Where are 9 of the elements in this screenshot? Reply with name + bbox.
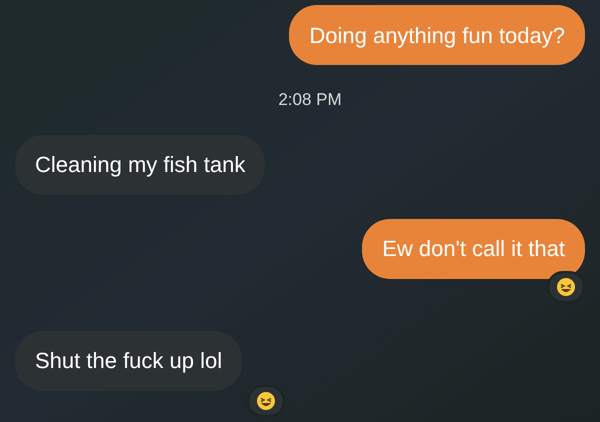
received-message-bubble: Shut the fuck up lol xyxy=(15,330,242,390)
timestamp: 2:08 PM xyxy=(278,89,342,111)
received-message-bubble: Cleaning my fish tank xyxy=(15,134,266,194)
laughing-emoji-icon xyxy=(556,276,576,296)
sent-message-bubble: Doing anything fun today? xyxy=(289,5,585,65)
laughing-emoji-icon xyxy=(256,390,276,410)
reaction-badge[interactable] xyxy=(547,270,585,302)
sent-message-bubble: Ew don't call it that xyxy=(362,218,585,278)
reaction-badge[interactable] xyxy=(247,384,285,416)
